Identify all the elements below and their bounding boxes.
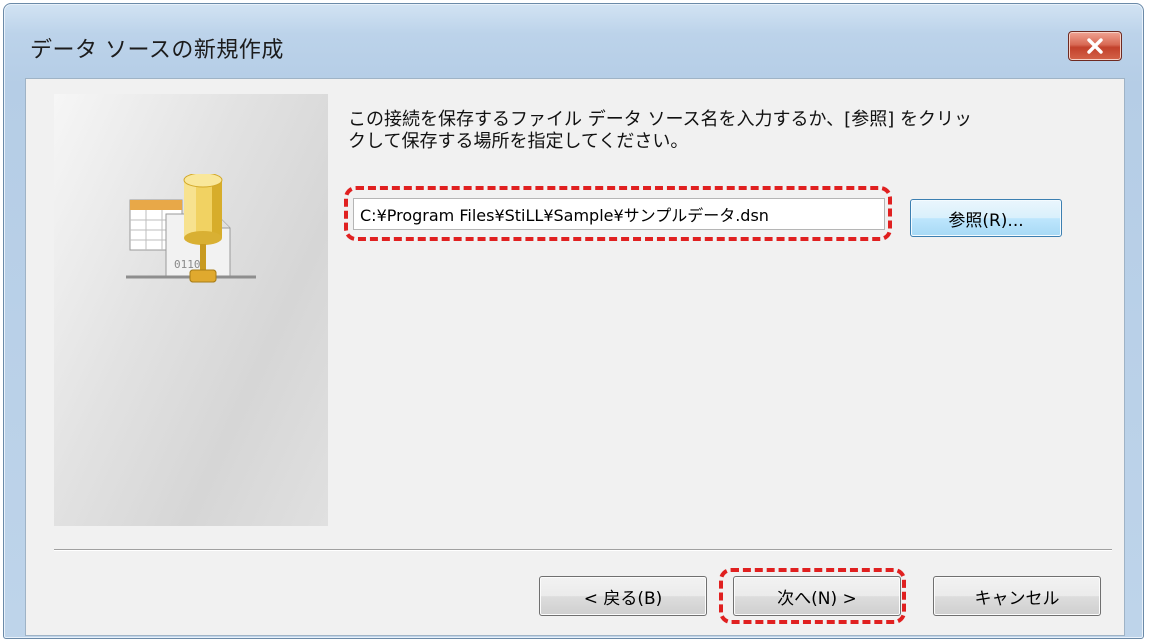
cancel-button[interactable]: キャンセル [933,576,1101,616]
instruction-line-1: この接続を保存するファイル データ ソース名を入力するか、[参照] をクリッ [348,109,972,130]
svg-text:0110: 0110 [174,258,201,271]
footer-separator [54,549,1112,551]
back-button[interactable]: < 戻る(B) [539,576,707,616]
next-button-annotation [719,568,906,624]
database-file-icon: 0110 [126,174,256,283]
dsn-path-input[interactable] [353,198,885,230]
instruction-text: この接続を保存するファイル データ ソース名を入力するか、[参照] をクリッ ク… [348,109,1068,153]
dialog-client-area: 0110 この接続を保存するファイル データ ソース名を入力するか、[参照] を… [25,78,1125,636]
close-icon [1087,38,1103,54]
instruction-line-2: クして保存する場所を指定してください。 [348,131,689,152]
dialog-window: データ ソースの新規作成 0110 この接続を保存するファイル データ ソース名… [3,3,1144,639]
wizard-side-panel: 0110 [54,94,328,526]
close-button[interactable] [1068,31,1122,61]
browse-button[interactable]: 参照(R)... [910,199,1062,237]
window-title: データ ソースの新規作成 [30,38,284,63]
